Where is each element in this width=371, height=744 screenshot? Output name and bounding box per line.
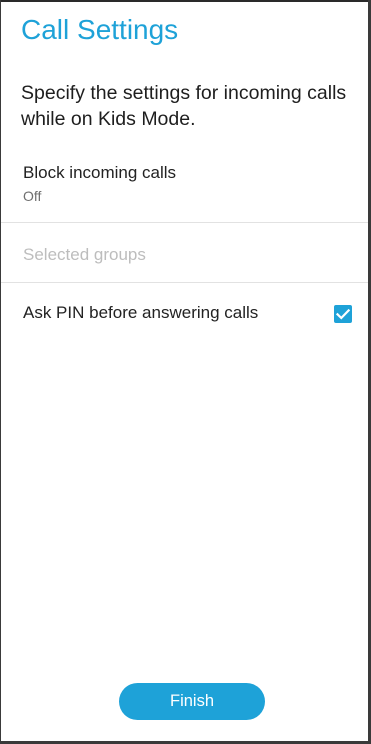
block-incoming-calls-value: Off: [23, 188, 42, 204]
call-settings-screen: Call Settings Specify the settings for i…: [0, 0, 369, 742]
finish-button[interactable]: Finish: [119, 683, 265, 720]
status-divider: [1, 0, 368, 2]
page-title: Call Settings: [21, 14, 179, 45]
block-incoming-calls-setting[interactable]: Block incoming calls Off: [1, 155, 368, 223]
block-incoming-calls-label: Block incoming calls: [23, 163, 177, 182]
selected-groups-setting: Selected groups: [1, 224, 368, 283]
ask-pin-setting[interactable]: Ask PIN before answering calls: [1, 284, 368, 342]
page-description: Specify the settings for incoming calls …: [21, 82, 347, 130]
checkmark-icon: [335, 308, 351, 320]
selected-groups-label: Selected groups: [23, 245, 146, 264]
ask-pin-checkbox[interactable]: [334, 305, 352, 323]
ask-pin-label: Ask PIN before answering calls: [23, 303, 259, 322]
